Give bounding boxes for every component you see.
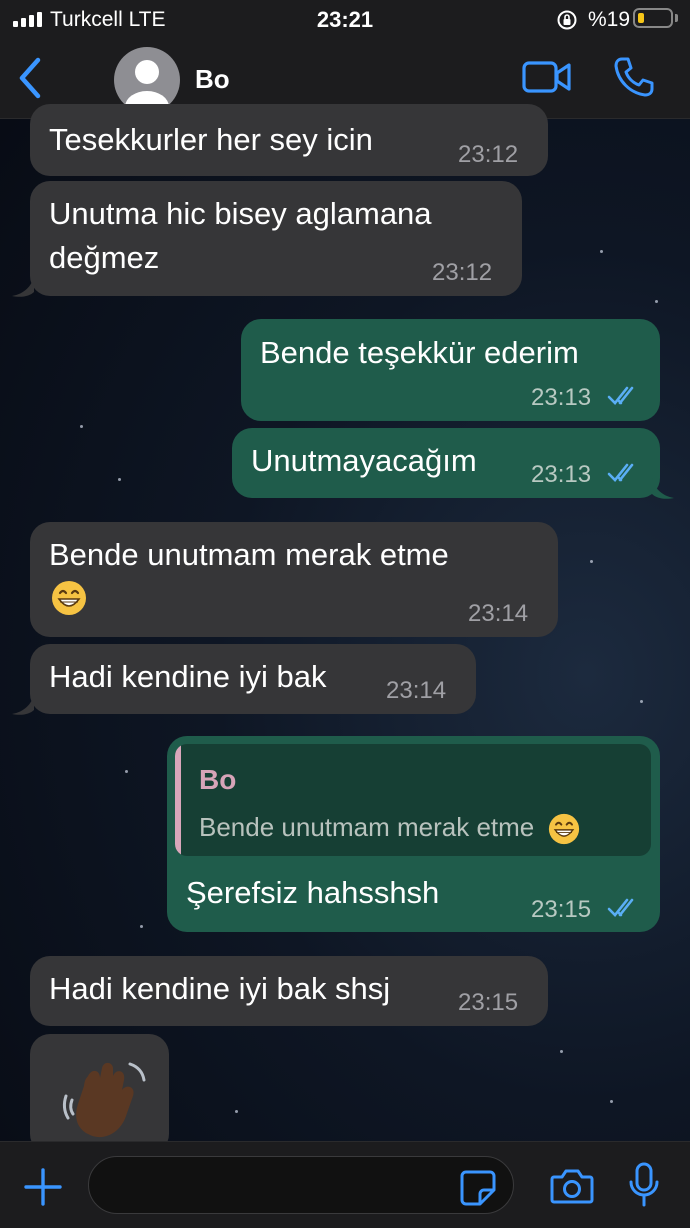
message-time: 23:15 — [458, 989, 519, 1016]
message-text: Tesekkurler her sey icin — [49, 122, 373, 157]
bubble-tail — [12, 694, 34, 715]
message-time: 23:13 — [531, 384, 592, 411]
incoming-message[interactable]: Hadi kendine iyi bak shsj 23:15 — [30, 956, 548, 1026]
battery-level — [638, 13, 644, 23]
status-time: 23:21 — [316, 7, 374, 32]
back-icon[interactable] — [14, 56, 44, 100]
message-input[interactable] — [88, 1156, 514, 1214]
incoming-message[interactable]: Unutma hic bisey aglamana değmez 23:12 — [30, 181, 522, 296]
message-text-line: Bende unutmam merak etme — [49, 537, 449, 572]
outgoing-message[interactable]: Bende teşekkür ederim 23:13 — [241, 319, 660, 421]
incoming-message[interactable]: Tesekkurler her sey icin 23:12 — [30, 104, 548, 176]
message-time: 23:13 — [531, 461, 592, 488]
message-text: Bende teşekkür ederim — [260, 335, 579, 370]
read-double-check-icon — [607, 386, 634, 405]
incoming-message[interactable]: Hadi kendine iyi bak 23:14 — [30, 644, 476, 714]
bubble-tail — [12, 276, 34, 297]
message-text: Hadi kendine iyi bak shsj — [49, 971, 391, 1006]
quoted-text: Bende unutmam merak etme — [199, 812, 580, 845]
read-double-check-icon — [607, 463, 634, 482]
quoted-sender-name: Bo — [199, 764, 237, 795]
bubble-tail — [652, 478, 674, 499]
read-double-check-icon — [607, 898, 634, 917]
outgoing-message[interactable]: Unutmayacağım 23:13 — [232, 428, 660, 498]
message-input-bar — [0, 1141, 690, 1228]
message-text: Unutmayacağım — [251, 443, 477, 478]
microphone-icon[interactable] — [628, 1162, 660, 1208]
message-text: Hadi kendine iyi bak — [49, 659, 327, 694]
waving-hand-emoji — [62, 1062, 146, 1138]
camera-icon[interactable] — [550, 1168, 594, 1204]
message-time: 23:12 — [432, 259, 493, 286]
grinning-face-emoji — [52, 581, 86, 615]
message-time: 23:14 — [468, 600, 529, 627]
message-text-line: Unutma hic bisey aglamana — [49, 196, 432, 231]
message-text: Şerefsiz hahsshsh — [186, 875, 440, 910]
incoming-emoji-message[interactable] — [30, 1034, 169, 1154]
quote-bar — [175, 744, 181, 856]
battery-percentage: %19 — [588, 8, 631, 31]
battery-icon — [633, 8, 673, 28]
battery-tip — [675, 14, 678, 22]
message-text-line: değmez — [49, 240, 160, 275]
incoming-message[interactable]: Bende unutmam merak etme 23:14 — [30, 522, 558, 637]
message-time: 23:12 — [458, 141, 519, 168]
quoted-message[interactable]: Bo Bende unutmam merak etme — [175, 744, 651, 856]
phone-call-icon[interactable] — [613, 56, 655, 98]
plus-icon[interactable] — [24, 1168, 62, 1206]
video-call-icon[interactable] — [522, 60, 572, 94]
orientation-lock-icon — [557, 10, 577, 30]
message-time: 23:14 — [386, 677, 447, 704]
message-time: 23:15 — [531, 896, 592, 923]
status-bar: Turkcell LTE 23:21 %19 — [0, 0, 690, 40]
outgoing-reply-message[interactable]: Bo Bende unutmam merak etme Şerefsiz hah… — [167, 736, 660, 932]
quoted-text-content: Bende unutmam merak etme — [199, 812, 535, 842]
contact-name[interactable]: Bo — [195, 64, 230, 95]
sticker-icon[interactable] — [460, 1170, 496, 1206]
grinning-face-emoji — [548, 814, 579, 845]
